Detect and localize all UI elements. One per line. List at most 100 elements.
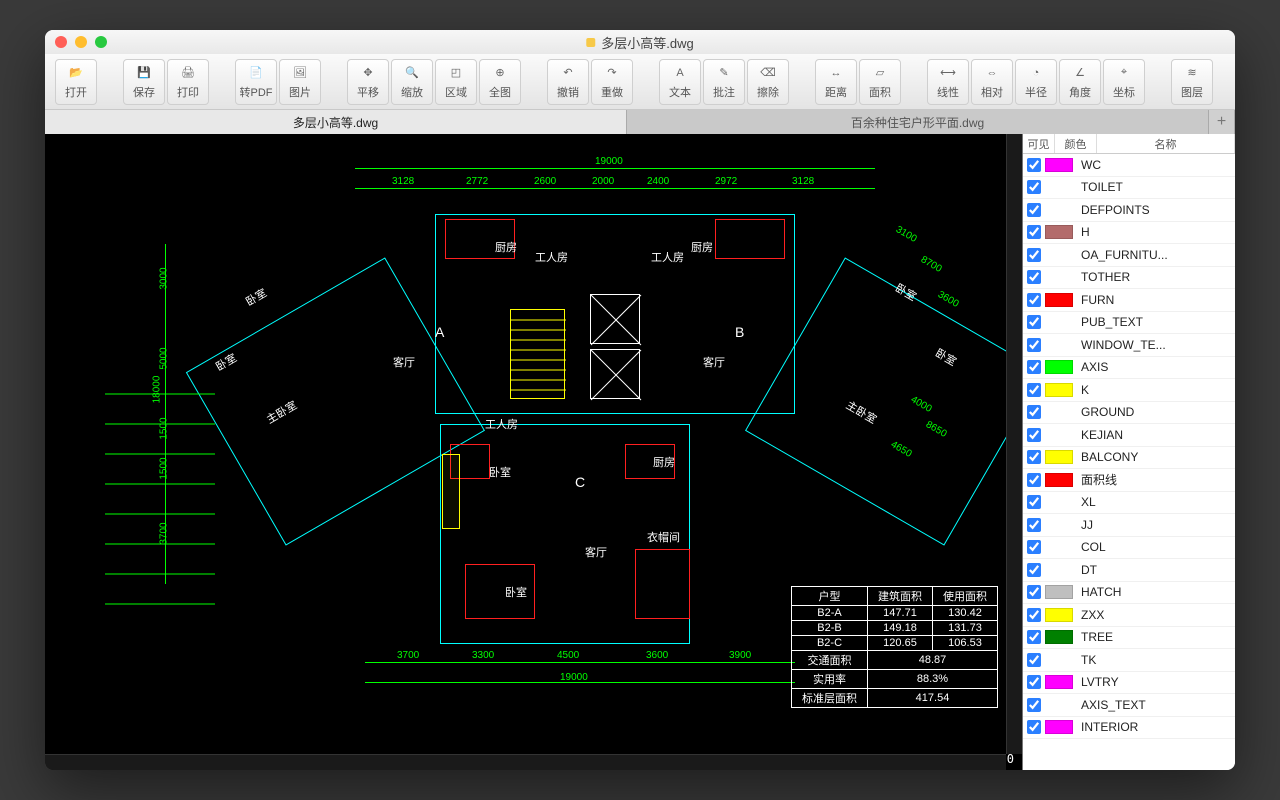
tab-file-1[interactable]: 多层小高等.dwg — [45, 110, 627, 134]
layer-color-swatch[interactable] — [1045, 203, 1073, 217]
layer-visible-checkbox[interactable] — [1027, 360, 1041, 374]
layer-visible-checkbox[interactable] — [1027, 270, 1041, 284]
layer-row[interactable]: GROUND — [1023, 402, 1235, 425]
region-button[interactable]: ◰区域 — [435, 59, 477, 105]
print-button[interactable]: 🖨打印 — [167, 59, 209, 105]
layer-visible-checkbox[interactable] — [1027, 518, 1041, 532]
layer-color-swatch[interactable] — [1045, 473, 1073, 487]
layer-row[interactable]: FURN — [1023, 289, 1235, 312]
layer-color-swatch[interactable] — [1045, 450, 1073, 464]
layer-visible-checkbox[interactable] — [1027, 540, 1041, 554]
layer-row[interactable]: XL — [1023, 492, 1235, 515]
layer-color-swatch[interactable] — [1045, 360, 1073, 374]
layer-visible-checkbox[interactable] — [1027, 405, 1041, 419]
fit-button[interactable]: ⊕全图 — [479, 59, 521, 105]
layer-color-swatch[interactable] — [1045, 248, 1073, 262]
close-icon[interactable] — [55, 36, 67, 48]
layer-row[interactable]: KEJIAN — [1023, 424, 1235, 447]
layer-color-swatch[interactable] — [1045, 495, 1073, 509]
text-button[interactable]: A文本 — [659, 59, 701, 105]
layer-color-swatch[interactable] — [1045, 180, 1073, 194]
layer-row[interactable]: JJ — [1023, 514, 1235, 537]
layer-row[interactable]: LVTRY — [1023, 672, 1235, 695]
layer-row[interactable]: OA_FURNITU... — [1023, 244, 1235, 267]
layer-visible-checkbox[interactable] — [1027, 383, 1041, 397]
layer-row[interactable]: TREE — [1023, 627, 1235, 650]
minimize-icon[interactable] — [75, 36, 87, 48]
layer-color-swatch[interactable] — [1045, 675, 1073, 689]
layer-row[interactable]: DEFPOINTS — [1023, 199, 1235, 222]
layer-row[interactable]: HATCH — [1023, 582, 1235, 605]
maximize-icon[interactable] — [95, 36, 107, 48]
layer-visible-checkbox[interactable] — [1027, 698, 1041, 712]
layer-visible-checkbox[interactable] — [1027, 608, 1041, 622]
layer-color-swatch[interactable] — [1045, 383, 1073, 397]
dist-button[interactable]: ↔距离 — [815, 59, 857, 105]
layer-visible-checkbox[interactable] — [1027, 585, 1041, 599]
layer-row[interactable]: H — [1023, 222, 1235, 245]
relative-button[interactable]: ⇔相对 — [971, 59, 1013, 105]
radius-button[interactable]: ◔半径 — [1015, 59, 1057, 105]
zoom-button[interactable]: 🔍缩放 — [391, 59, 433, 105]
layer-row[interactable]: DT — [1023, 559, 1235, 582]
layer-visible-checkbox[interactable] — [1027, 495, 1041, 509]
layer-visible-checkbox[interactable] — [1027, 653, 1041, 667]
layer-color-swatch[interactable] — [1045, 270, 1073, 284]
layer-color-swatch[interactable] — [1045, 293, 1073, 307]
layer-color-swatch[interactable] — [1045, 428, 1073, 442]
layer-row[interactable]: COL — [1023, 537, 1235, 560]
layer-color-swatch[interactable] — [1045, 630, 1073, 644]
layer-color-swatch[interactable] — [1045, 540, 1073, 554]
layer-list[interactable]: WCTOILETDEFPOINTSHOA_FURNITU...TOTHERFUR… — [1023, 154, 1235, 770]
note-button[interactable]: ✎批注 — [703, 59, 745, 105]
pdf-button[interactable]: 📄转PDF — [235, 59, 277, 105]
redo-button[interactable]: ↷重做 — [591, 59, 633, 105]
layer-row[interactable]: AXIS — [1023, 357, 1235, 380]
layer-color-swatch[interactable] — [1045, 405, 1073, 419]
erase-button[interactable]: ⌫擦除 — [747, 59, 789, 105]
layer-visible-checkbox[interactable] — [1027, 180, 1041, 194]
layer-visible-checkbox[interactable] — [1027, 338, 1041, 352]
area-button[interactable]: ▱面积 — [859, 59, 901, 105]
layer-row[interactable]: AXIS_TEXT — [1023, 694, 1235, 717]
tab-add[interactable]: + — [1209, 110, 1235, 134]
layer-visible-checkbox[interactable] — [1027, 450, 1041, 464]
drawing-canvas[interactable]: 19000 3128277226002000240029723128 30005… — [45, 134, 1023, 770]
linear-button[interactable]: ⟷线性 — [927, 59, 969, 105]
layer-visible-checkbox[interactable] — [1027, 630, 1041, 644]
layer-visible-checkbox[interactable] — [1027, 428, 1041, 442]
layer-row[interactable]: ZXX — [1023, 604, 1235, 627]
save-button[interactable]: 💾保存 — [123, 59, 165, 105]
layer-color-swatch[interactable] — [1045, 225, 1073, 239]
layer-color-swatch[interactable] — [1045, 315, 1073, 329]
layer-row[interactable]: WINDOW_TE... — [1023, 334, 1235, 357]
layer-visible-checkbox[interactable] — [1027, 293, 1041, 307]
layer-visible-checkbox[interactable] — [1027, 248, 1041, 262]
layer-color-swatch[interactable] — [1045, 338, 1073, 352]
layer-row[interactable]: TK — [1023, 649, 1235, 672]
layer-color-swatch[interactable] — [1045, 585, 1073, 599]
layer-color-swatch[interactable] — [1045, 563, 1073, 577]
angle-button[interactable]: ∠角度 — [1059, 59, 1101, 105]
layer-color-swatch[interactable] — [1045, 653, 1073, 667]
layer-row[interactable]: BALCONY — [1023, 447, 1235, 470]
layer-visible-checkbox[interactable] — [1027, 315, 1041, 329]
layer-color-swatch[interactable] — [1045, 698, 1073, 712]
layer-color-swatch[interactable] — [1045, 158, 1073, 172]
layer-visible-checkbox[interactable] — [1027, 203, 1041, 217]
layer-row[interactable]: 面积线 — [1023, 469, 1235, 492]
layer-color-swatch[interactable] — [1045, 720, 1073, 734]
layer-visible-checkbox[interactable] — [1027, 720, 1041, 734]
layer-visible-checkbox[interactable] — [1027, 225, 1041, 239]
open-button[interactable]: 📂打开 — [55, 59, 97, 105]
scrollbar-horizontal[interactable] — [45, 754, 1006, 770]
layer-row[interactable]: TOILET — [1023, 177, 1235, 200]
tab-file-2[interactable]: 百余种住宅户形平面.dwg — [627, 110, 1209, 134]
pan-button[interactable]: ✥平移 — [347, 59, 389, 105]
scrollbar-vertical[interactable] — [1006, 134, 1022, 754]
image-button[interactable]: 🖼图片 — [279, 59, 321, 105]
layer-row[interactable]: INTERIOR — [1023, 717, 1235, 740]
layer-row[interactable]: PUB_TEXT — [1023, 312, 1235, 335]
layer-color-swatch[interactable] — [1045, 608, 1073, 622]
layer-visible-checkbox[interactable] — [1027, 563, 1041, 577]
